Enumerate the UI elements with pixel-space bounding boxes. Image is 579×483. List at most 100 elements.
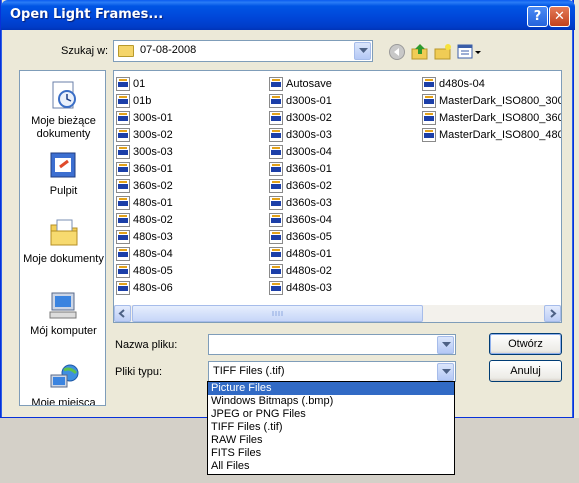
tiff-file-icon bbox=[269, 229, 283, 244]
list-item[interactable]: 360s-02 bbox=[116, 177, 268, 194]
tiff-file-icon bbox=[269, 93, 283, 108]
option-raw[interactable]: RAW Files bbox=[208, 434, 454, 447]
filename-input[interactable] bbox=[208, 334, 456, 355]
tiff-file-icon bbox=[116, 229, 130, 244]
list-item[interactable]: MasterDark_ISO800_360 bbox=[422, 109, 561, 126]
list-item[interactable]: 480s-04 bbox=[116, 245, 268, 262]
place-network[interactable]: Moje miejsca bbox=[20, 361, 105, 406]
list-item[interactable]: d480s-03 bbox=[269, 279, 421, 296]
option-jpeg-png[interactable]: JPEG or PNG Files bbox=[208, 408, 454, 421]
place-label: Moje dokumenty bbox=[23, 253, 104, 265]
tiff-file-icon bbox=[422, 76, 436, 91]
tiff-file-icon bbox=[116, 212, 130, 227]
file-column: 01 01b 300s-01 300s-02 300s-03 360s-01 3… bbox=[116, 75, 268, 296]
place-label: Moje bieżące dokumenty bbox=[31, 115, 96, 140]
list-item[interactable]: 300s-03 bbox=[116, 143, 268, 160]
tiff-file-icon bbox=[269, 161, 283, 176]
option-all-files[interactable]: All Files bbox=[208, 460, 454, 473]
desktop-icon bbox=[48, 149, 80, 181]
filename-label: Nazwa pliku: bbox=[115, 339, 178, 351]
tiff-file-icon bbox=[269, 246, 283, 261]
cancel-button[interactable]: Anuluj bbox=[489, 360, 562, 382]
filetype-dropdown-list[interactable]: Picture Files Windows Bitmaps (.bmp) JPE… bbox=[207, 381, 455, 475]
filename-dropdown-button[interactable] bbox=[437, 336, 454, 354]
option-picture-files[interactable]: Picture Files bbox=[208, 382, 454, 395]
title-bar[interactable]: Open Light Frames... ? ✕ bbox=[1, 0, 575, 30]
tiff-file-icon bbox=[116, 280, 130, 295]
new-folder-icon[interactable] bbox=[434, 43, 452, 61]
list-item[interactable]: d300s-01 bbox=[269, 92, 421, 109]
list-item[interactable]: Autosave bbox=[269, 75, 421, 92]
list-item[interactable]: d480s-02 bbox=[269, 262, 421, 279]
my-documents-icon bbox=[48, 217, 80, 249]
tiff-file-icon bbox=[422, 127, 436, 142]
tiff-file-icon bbox=[269, 263, 283, 278]
list-item[interactable]: 300s-01 bbox=[116, 109, 268, 126]
scroll-left-button[interactable] bbox=[114, 305, 131, 322]
close-button[interactable]: ✕ bbox=[549, 6, 570, 27]
tiff-file-icon bbox=[116, 263, 130, 278]
filetype-label: Pliki typu: bbox=[115, 366, 163, 378]
horizontal-scrollbar[interactable] bbox=[114, 305, 561, 322]
list-item[interactable]: 01b bbox=[116, 92, 268, 109]
list-item[interactable]: d300s-04 bbox=[269, 143, 421, 160]
list-item[interactable]: d360s-02 bbox=[269, 177, 421, 194]
scroll-thumb[interactable] bbox=[132, 305, 423, 322]
filetype-select[interactable]: TIFF Files (.tif) bbox=[208, 361, 456, 382]
lookin-value: 07-08-2008 bbox=[140, 44, 197, 56]
tiff-file-icon bbox=[116, 178, 130, 193]
list-item[interactable]: d300s-03 bbox=[269, 126, 421, 143]
lookin-label: Szukaj w: bbox=[61, 45, 109, 57]
tiff-file-icon bbox=[269, 212, 283, 227]
help-button[interactable]: ? bbox=[527, 6, 548, 27]
list-item[interactable]: d360s-05 bbox=[269, 228, 421, 245]
list-item[interactable]: MasterDark_ISO800_480 bbox=[422, 126, 561, 143]
list-item[interactable]: 480s-06 bbox=[116, 279, 268, 296]
list-item[interactable]: d360s-01 bbox=[269, 160, 421, 177]
tiff-file-icon bbox=[269, 144, 283, 159]
file-list[interactable]: 01 01b 300s-01 300s-02 300s-03 360s-01 3… bbox=[113, 70, 562, 323]
list-item[interactable]: d360s-04 bbox=[269, 211, 421, 228]
list-item[interactable]: 300s-02 bbox=[116, 126, 268, 143]
lookin-combo[interactable]: 07-08-2008 bbox=[113, 40, 373, 62]
tiff-file-icon bbox=[269, 110, 283, 125]
tiff-file-icon bbox=[269, 127, 283, 142]
option-bitmaps[interactable]: Windows Bitmaps (.bmp) bbox=[208, 395, 454, 408]
recent-documents-icon bbox=[48, 79, 80, 111]
lookin-dropdown-button[interactable] bbox=[354, 42, 371, 60]
place-desktop[interactable]: Pulpit bbox=[20, 149, 105, 198]
place-my-documents[interactable]: Moje dokumenty bbox=[20, 217, 105, 266]
scroll-right-button[interactable] bbox=[544, 305, 561, 322]
list-item[interactable]: d300s-02 bbox=[269, 109, 421, 126]
option-tiff[interactable]: TIFF Files (.tif) bbox=[208, 421, 454, 434]
tiff-file-icon bbox=[269, 195, 283, 210]
list-item[interactable]: 01 bbox=[116, 75, 268, 92]
list-item[interactable]: 480s-03 bbox=[116, 228, 268, 245]
list-item[interactable]: d480s-01 bbox=[269, 245, 421, 262]
tiff-file-icon bbox=[269, 178, 283, 193]
list-item[interactable]: 480s-01 bbox=[116, 194, 268, 211]
tiff-file-icon bbox=[116, 161, 130, 176]
list-item[interactable]: 480s-02 bbox=[116, 211, 268, 228]
tiff-file-icon bbox=[116, 195, 130, 210]
place-my-computer[interactable]: Mój komputer bbox=[20, 289, 105, 338]
tiff-file-icon bbox=[116, 127, 130, 142]
tiff-file-icon bbox=[422, 93, 436, 108]
list-item[interactable]: MasterDark_ISO800_300 bbox=[422, 92, 561, 109]
option-fits[interactable]: FITS Files bbox=[208, 447, 454, 460]
filetype-value: TIFF Files (.tif) bbox=[213, 365, 285, 377]
open-button[interactable]: Otwórz bbox=[489, 333, 562, 355]
file-column: Autosave d300s-01 d300s-02 d300s-03 d300… bbox=[269, 75, 421, 296]
place-recent-documents[interactable]: Moje bieżące dokumenty bbox=[20, 79, 105, 141]
view-menu-icon[interactable] bbox=[457, 43, 483, 61]
place-label: Moje miejsca bbox=[31, 397, 96, 406]
list-item[interactable]: d360s-03 bbox=[269, 194, 421, 211]
tiff-file-icon bbox=[116, 246, 130, 261]
list-item[interactable]: d480s-04 bbox=[422, 75, 561, 92]
list-item[interactable]: 360s-01 bbox=[116, 160, 268, 177]
filetype-dropdown-button[interactable] bbox=[437, 363, 454, 381]
back-icon[interactable] bbox=[388, 43, 406, 61]
list-item[interactable]: 480s-05 bbox=[116, 262, 268, 279]
up-folder-icon[interactable] bbox=[411, 43, 429, 61]
tiff-file-icon bbox=[116, 76, 130, 91]
